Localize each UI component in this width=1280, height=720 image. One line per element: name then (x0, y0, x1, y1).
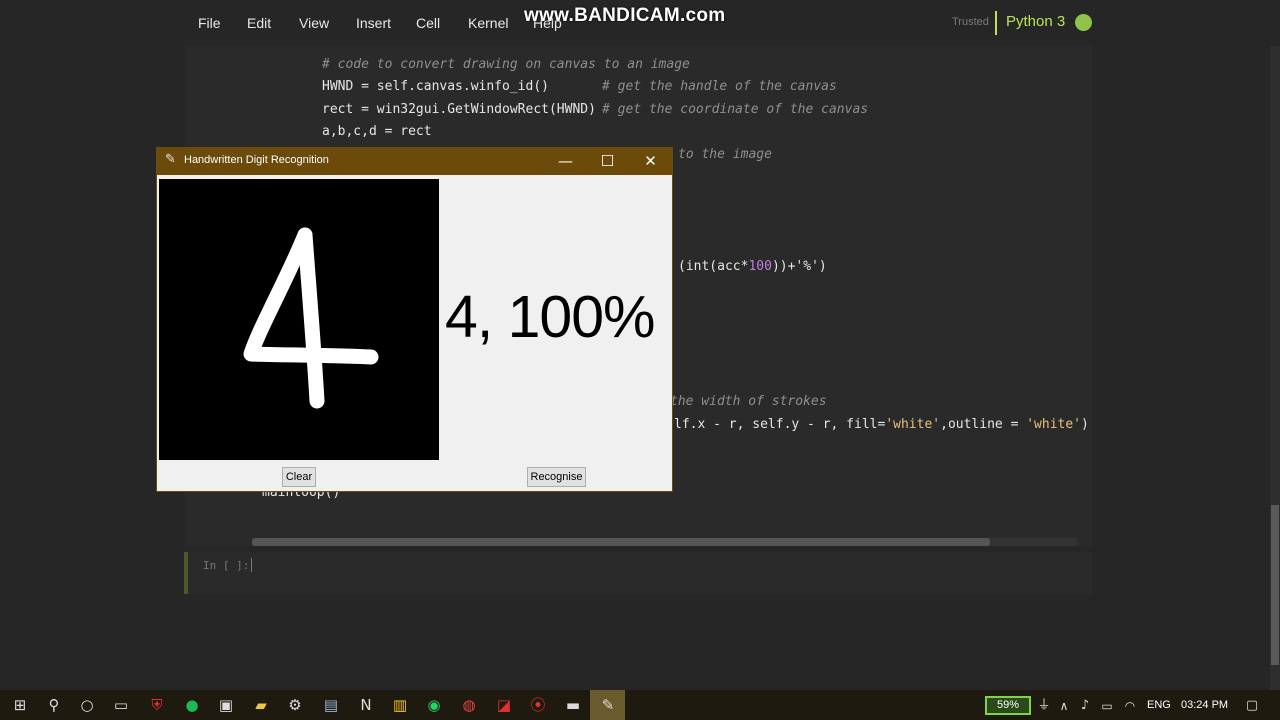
close-button[interactable]: ✕ (629, 147, 672, 175)
empty-input-cell[interactable] (184, 552, 1092, 594)
system-clock[interactable]: 03:24 PM (1181, 699, 1228, 711)
whatsapp-icon[interactable]: ◉ (424, 695, 444, 715)
code-line-fragment: lf.x - r, self.y - r, fill='white',outli… (674, 417, 1089, 432)
wifi-icon[interactable]: ◠ (1120, 696, 1140, 716)
battery-indicator[interactable]: 59% (985, 696, 1031, 715)
code-line: HWND = self.canvas.winfo_id() # get the h… (322, 79, 837, 94)
prediction-result: 4, 100% (445, 284, 655, 350)
code-editor[interactable]: # code to convert drawing on canvas to a… (322, 30, 868, 139)
code-line: # code to convert drawing on canvas to a… (322, 57, 690, 72)
power-plug-icon[interactable]: ⏚ (1034, 696, 1054, 716)
menu-insert[interactable]: Insert (356, 15, 391, 31)
minimize-button[interactable]: — (544, 147, 587, 175)
menu-file[interactable]: File (198, 15, 221, 31)
clear-button[interactable]: Clear (282, 467, 316, 487)
notepad-icon[interactable]: ▤ (321, 695, 341, 715)
sticky-notes-icon[interactable]: ▥ (390, 695, 410, 715)
recognise-button[interactable]: Recognise (527, 467, 586, 487)
code-line: a,b,c,d = rect (322, 124, 432, 139)
menu-edit[interactable]: Edit (247, 15, 271, 31)
code-line: rect = win32gui.GetWindowRect(HWND) # get… (322, 102, 869, 117)
vertical-scrollbar-thumb[interactable] (1271, 505, 1279, 665)
mcafee-icon[interactable]: ⛨ (147, 695, 167, 715)
bandicam-record-icon[interactable]: ⦿ (528, 695, 548, 715)
maximize-button[interactable]: ☐ (586, 147, 629, 175)
code-line-fragment: (int(acc*100))+'%') (678, 259, 827, 274)
chrome-icon[interactable]: ◍ (459, 695, 479, 715)
kernel-separator (995, 11, 997, 35)
text-caret (251, 558, 252, 572)
kernel-status-icon (1075, 14, 1092, 31)
task-view-icon[interactable]: ▭ (111, 695, 131, 715)
bandicam-watermark: www.BANDICAM.com (524, 5, 726, 26)
trusted-indicator[interactable]: Trusted (952, 16, 989, 28)
volume-icon[interactable]: ♪ (1075, 696, 1095, 716)
tk-feather-icon: ✎ (165, 152, 176, 167)
file-explorer-icon[interactable]: ▰ (251, 695, 271, 715)
tk-window-title: Handwritten Digit Recognition (184, 154, 329, 166)
handwritten-digit-stroke-icon (243, 227, 379, 409)
search-icon[interactable]: ⚲ (44, 695, 64, 715)
settings-gear-icon[interactable]: ⚙ (285, 695, 305, 715)
code-line-fragment: the width of strokes (670, 394, 827, 409)
menu-cell[interactable]: Cell (416, 15, 440, 31)
notion-icon[interactable]: N (356, 695, 376, 715)
code-line-fragment: to the image (678, 147, 772, 162)
notification-center-icon[interactable]: ▢ (1242, 696, 1262, 716)
menu-kernel[interactable]: Kernel (468, 15, 508, 31)
cortana-icon[interactable]: ○ (77, 695, 97, 715)
store-icon[interactable]: ▣ (216, 695, 236, 715)
terminal-icon[interactable]: ▬ (563, 695, 583, 715)
tk-feather-taskbar-icon[interactable]: ✎ (598, 695, 618, 715)
windows-start-icon[interactable]: ⊞ (10, 695, 30, 715)
language-indicator[interactable]: ENG (1147, 699, 1171, 711)
kernel-name[interactable]: Python 3 (1006, 13, 1065, 30)
menu-view[interactable]: View (299, 15, 329, 31)
cell-prompt: In [ ]: (203, 559, 250, 572)
horizontal-scrollbar-thumb[interactable] (252, 538, 990, 546)
battery-icon[interactable]: ▭ (1097, 696, 1117, 716)
acrobat-icon[interactable]: ◪ (494, 695, 514, 715)
spotify-icon[interactable]: ● (182, 695, 202, 715)
drawing-canvas[interactable] (159, 179, 439, 460)
chevron-up-icon[interactable]: ∧ (1054, 696, 1074, 716)
